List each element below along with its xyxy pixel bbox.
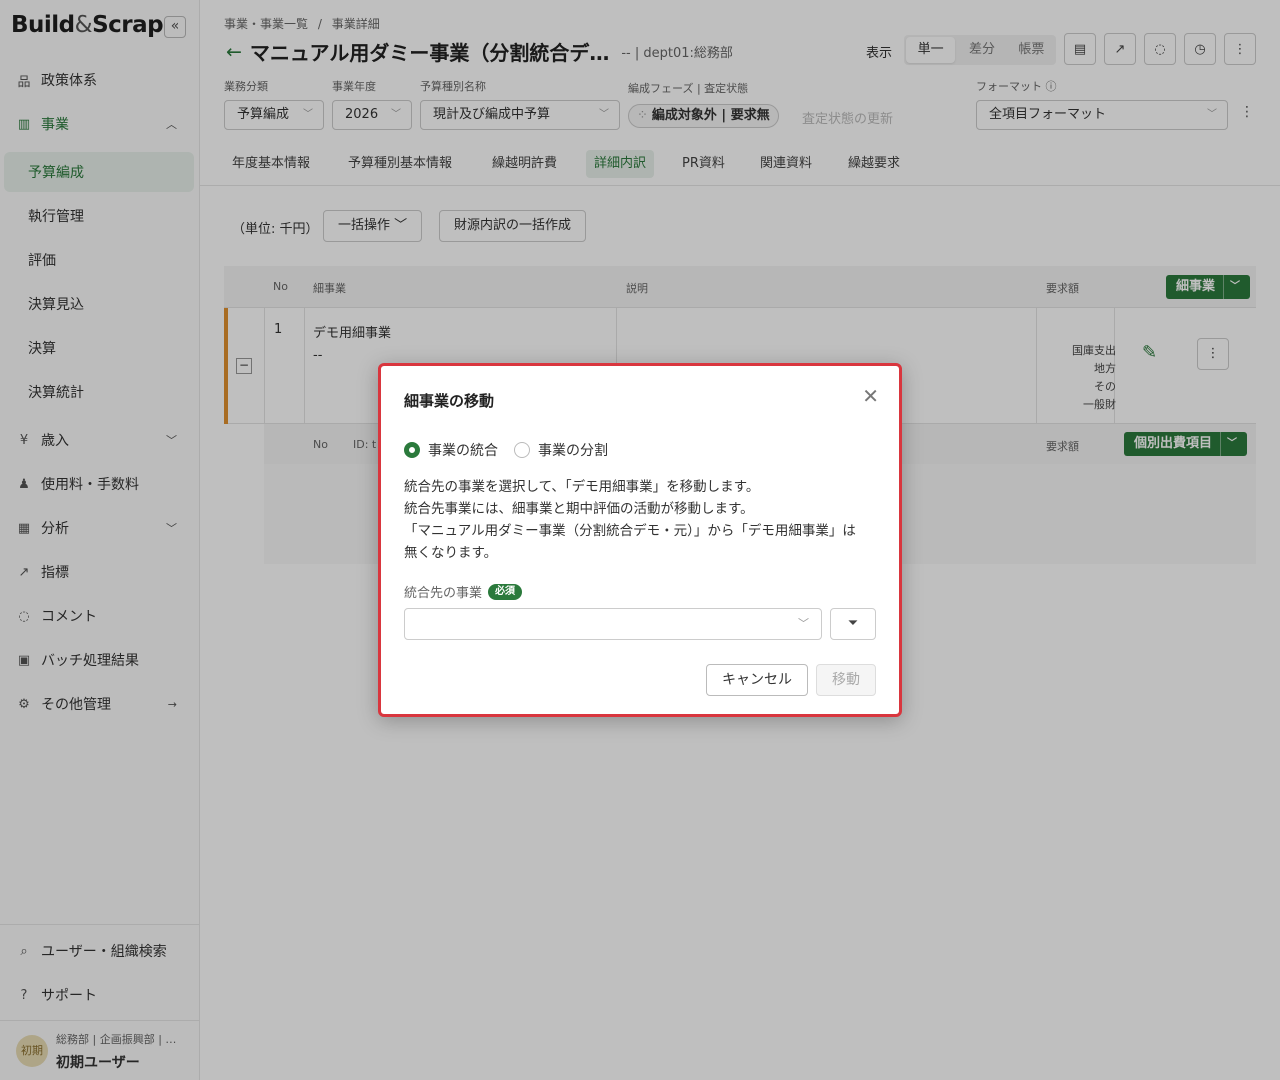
cancel-button[interactable]: キャンセル <box>706 664 808 696</box>
required-badge: 必須 <box>488 583 523 600</box>
move-subproject-dialog: 細事業の移動 ✕ 事業の統合 事業の分割 統合先の事業を選択して、「デモ用細事業… <box>378 363 902 717</box>
target-project-label: 統合先の事業 必須 <box>404 582 523 601</box>
dialog-title: 細事業の移動 <box>404 392 495 410</box>
chevron-down-icon: ﹀ <box>798 617 809 630</box>
target-project-select[interactable]: ﹀ <box>404 608 822 640</box>
close-icon[interactable]: ✕ <box>862 384 879 408</box>
dialog-description: 統合先の事業を選択して、「デモ用細事業」を移動します。 統合先事業には、細事業と… <box>404 479 856 561</box>
move-button[interactable]: 移動 <box>816 664 876 696</box>
filter-icon: ⏷ <box>847 616 859 631</box>
radio-merge[interactable] <box>404 442 420 458</box>
radio-split-label[interactable]: 事業の分割 <box>538 440 608 460</box>
radio-merge-label[interactable]: 事業の統合 <box>428 440 498 460</box>
filter-button[interactable]: ⏷ <box>830 608 876 640</box>
radio-split[interactable] <box>514 442 530 458</box>
move-type-radio-group: 事業の統合 事業の分割 <box>404 440 608 460</box>
